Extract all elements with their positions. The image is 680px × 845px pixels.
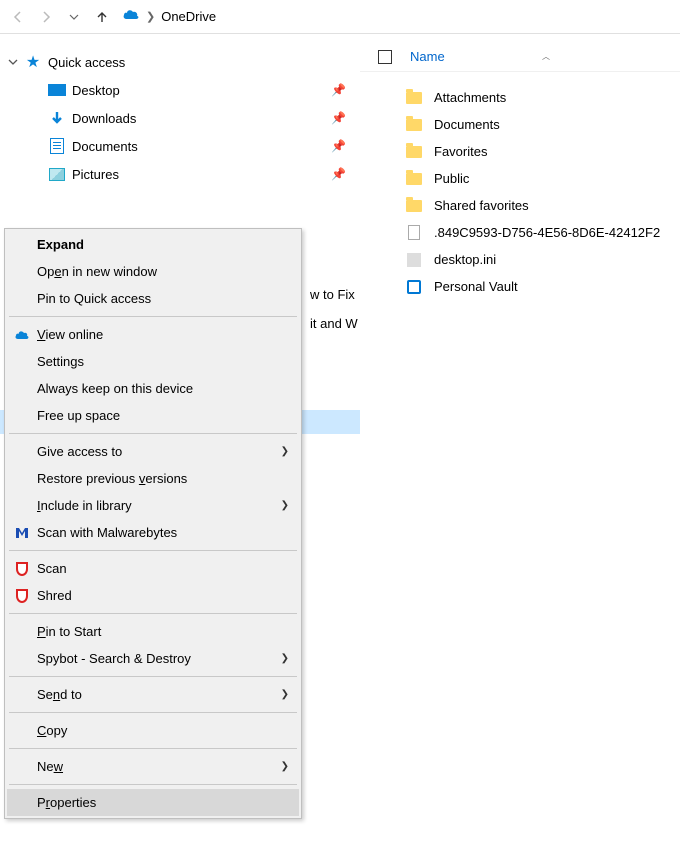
sidebar-item-desktop[interactable]: Desktop 📌 [4,76,360,104]
file-row-guid-file[interactable]: .849C9593-D756-4E56-8D6E-42412F2 [360,219,680,246]
recent-locations-button[interactable] [60,3,88,31]
documents-icon [46,138,68,154]
menu-item-settings[interactable]: Settings [7,348,299,375]
menu-item-copy[interactable]: Copy [7,717,299,744]
menu-item-free-up-space[interactable]: Free up space [7,402,299,429]
folder-icon [404,119,424,131]
menu-item-always-keep[interactable]: Always keep on this device [7,375,299,402]
mcafee-shield-icon [13,562,31,576]
pin-icon: 📌 [331,83,346,97]
menu-separator [9,748,297,749]
menu-item-pin-to-start[interactable]: Pin to Start [7,618,299,645]
column-header-row: Name ︿ [360,42,680,72]
file-row-public[interactable]: Public [360,165,680,192]
submenu-arrow-icon: ❯ [281,689,289,700]
malwarebytes-icon [13,526,31,540]
menu-separator [9,550,297,551]
select-all-checkbox[interactable] [378,50,392,64]
obscured-item-2: it and W [310,316,358,331]
folder-icon [404,92,424,104]
pictures-icon [46,168,68,181]
address-bar[interactable]: ❯ OneDrive [122,8,216,25]
file-icon [404,225,424,240]
menu-item-give-access-to[interactable]: Give access to ❯ [7,438,299,465]
file-row-shared-favorites[interactable]: Shared favorites [360,192,680,219]
folder-icon [404,200,424,212]
onedrive-cloud-icon [122,8,140,25]
menu-separator [9,784,297,785]
file-row-attachments[interactable]: Attachments [360,84,680,111]
menu-item-expand[interactable]: Expand [7,231,299,258]
sidebar-item-pictures[interactable]: Pictures 📌 [4,160,360,188]
quick-access-star-icon: ★ [22,52,44,72]
navigation-bar: ❯ OneDrive [0,0,680,34]
menu-item-view-online[interactable]: View online [7,321,299,348]
submenu-arrow-icon: ❯ [281,761,289,772]
file-row-favorites[interactable]: Favorites [360,138,680,165]
downloads-icon [46,110,68,126]
ini-icon [404,253,424,267]
menu-item-properties[interactable]: Properties [7,789,299,816]
menu-item-pin-quick-access[interactable]: Pin to Quick access [7,285,299,312]
mcafee-shield-icon [13,589,31,603]
pin-icon: 📌 [331,139,346,153]
file-row-personal-vault[interactable]: Personal Vault [360,273,680,300]
pin-icon: 📌 [331,167,346,181]
menu-item-scan[interactable]: Scan [7,555,299,582]
file-row-documents[interactable]: Documents [360,111,680,138]
menu-item-include-in-library[interactable]: Include in library ❯ [7,492,299,519]
menu-separator [9,676,297,677]
back-button[interactable] [4,3,32,31]
menu-separator [9,712,297,713]
menu-item-open-new-window[interactable]: Open in new window [7,258,299,285]
sort-indicator-icon: ︿ [542,51,550,62]
column-header-name[interactable]: Name [410,49,445,64]
menu-item-scan-malwarebytes[interactable]: Scan with Malwarebytes [7,519,299,546]
breadcrumb-separator-icon: ❯ [146,10,155,23]
breadcrumb-onedrive[interactable]: OneDrive [161,9,216,24]
menu-item-send-to[interactable]: Send to ❯ [7,681,299,708]
menu-item-shred[interactable]: Shred [7,582,299,609]
submenu-arrow-icon: ❯ [281,446,289,457]
submenu-arrow-icon: ❯ [281,653,289,664]
obscured-item-1: w to Fix [310,287,355,302]
menu-separator [9,433,297,434]
menu-separator [9,613,297,614]
menu-item-spybot[interactable]: Spybot - Search & Destroy ❯ [7,645,299,672]
up-button[interactable] [88,3,116,31]
quick-access-header[interactable]: ★ Quick access [4,48,360,76]
desktop-icon [46,84,68,96]
sidebar-item-downloads[interactable]: Downloads 📌 [4,104,360,132]
folder-icon [404,173,424,185]
menu-separator [9,316,297,317]
file-row-desktop-ini[interactable]: desktop.ini [360,246,680,273]
quick-access-label: Quick access [44,55,350,70]
folder-icon [404,146,424,158]
submenu-arrow-icon: ❯ [281,500,289,511]
menu-item-new[interactable]: New ❯ [7,753,299,780]
menu-item-restore-versions[interactable]: Restore previous versions [7,465,299,492]
cloud-icon [13,329,31,341]
chevron-down-icon[interactable] [4,57,22,67]
file-list-pane: Name ︿ Attachments Documents Favorites P… [360,34,680,845]
context-menu: Expand Open in new window Pin to Quick a… [4,228,302,819]
sidebar-item-documents[interactable]: Documents 📌 [4,132,360,160]
pin-icon: 📌 [331,111,346,125]
forward-button[interactable] [32,3,60,31]
vault-icon [404,280,424,294]
